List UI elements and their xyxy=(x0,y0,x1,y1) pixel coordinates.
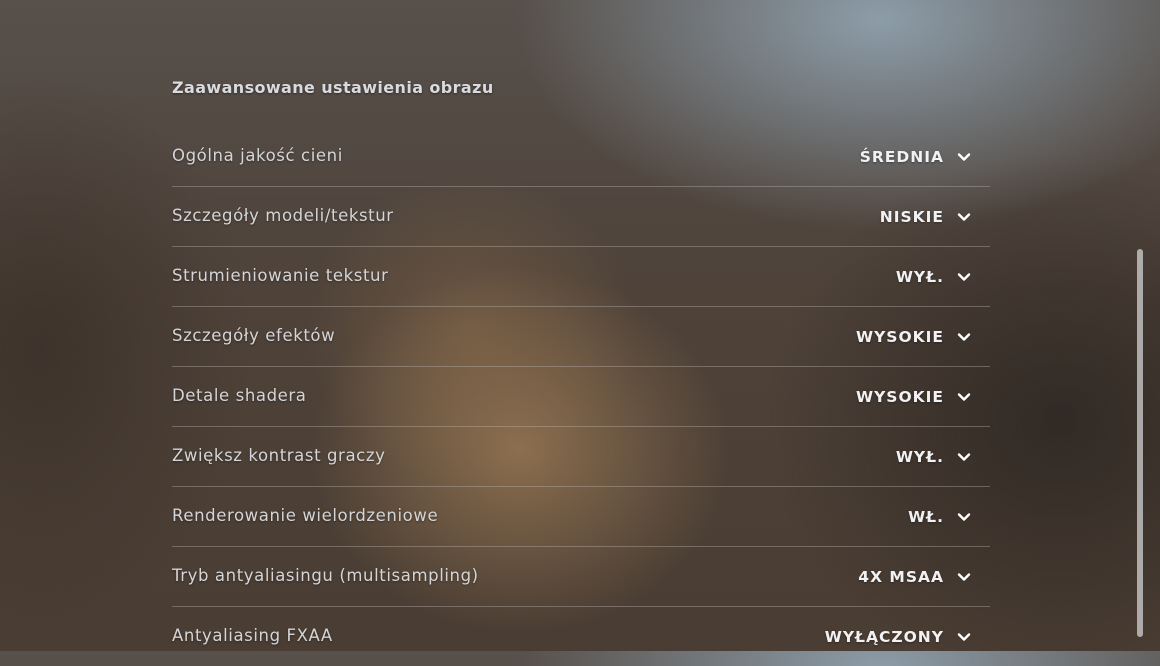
setting-row-fxaa: Antyaliasing FXAA WYŁĄCZONY xyxy=(172,607,990,666)
setting-row-shadow-quality: Ogólna jakość cieni ŚREDNIA xyxy=(172,127,990,187)
setting-label: Zwiększ kontrast graczy xyxy=(172,446,386,465)
setting-value: WYŁ. xyxy=(895,268,944,286)
setting-value: NISKIE xyxy=(879,208,944,226)
setting-value: ŚREDNIA xyxy=(859,148,944,166)
chevron-down-icon xyxy=(956,389,972,405)
setting-label: Szczegóły efektów xyxy=(172,326,336,345)
setting-value: 4X MSAA xyxy=(858,568,944,586)
setting-value: WYSOKIE xyxy=(855,388,944,406)
advanced-video-settings-panel: Zaawansowane ustawienia obrazu Ogólna ja… xyxy=(172,0,990,651)
scrollbar-thumb[interactable] xyxy=(1137,249,1143,637)
chevron-down-icon xyxy=(956,269,972,285)
setting-label: Ogólna jakość cieni xyxy=(172,146,343,165)
model-texture-detail-dropdown[interactable]: NISKIE xyxy=(880,201,972,233)
chevron-down-icon xyxy=(956,329,972,345)
chevron-down-icon xyxy=(956,569,972,585)
vertical-scrollbar[interactable] xyxy=(1136,249,1144,639)
multisampling-mode-dropdown[interactable]: 4X MSAA xyxy=(858,561,972,593)
setting-label: Tryb antyaliasingu (multisampling) xyxy=(172,566,479,585)
setting-row-player-contrast: Zwiększ kontrast graczy WYŁ. xyxy=(172,427,990,487)
setting-row-texture-streaming: Strumieniowanie tekstur WYŁ. xyxy=(172,247,990,307)
setting-value: WYSOKIE xyxy=(855,328,944,346)
setting-label: Strumieniowanie tekstur xyxy=(172,266,389,285)
chevron-down-icon xyxy=(956,629,972,645)
setting-row-multisampling-mode: Tryb antyaliasingu (multisampling) 4X MS… xyxy=(172,547,990,607)
setting-row-effect-detail: Szczegóły efektów WYSOKIE xyxy=(172,307,990,367)
player-contrast-dropdown[interactable]: WYŁ. xyxy=(896,441,972,473)
shader-detail-dropdown[interactable]: WYSOKIE xyxy=(856,381,972,413)
chevron-down-icon xyxy=(956,509,972,525)
setting-label: Detale shadera xyxy=(172,386,307,405)
chevron-down-icon xyxy=(956,209,972,225)
setting-value: WYŁ. xyxy=(895,448,944,466)
shadow-quality-dropdown[interactable]: ŚREDNIA xyxy=(860,141,972,173)
multicore-rendering-dropdown[interactable]: WŁ. xyxy=(908,501,972,533)
setting-row-shader-detail: Detale shadera WYSOKIE xyxy=(172,367,990,427)
setting-label: Renderowanie wielordzeniowe xyxy=(172,506,439,525)
setting-label: Szczegóły modeli/tekstur xyxy=(172,206,394,225)
chevron-down-icon xyxy=(956,149,972,165)
texture-streaming-dropdown[interactable]: WYŁ. xyxy=(896,261,972,293)
chevron-down-icon xyxy=(956,449,972,465)
fxaa-dropdown[interactable]: WYŁĄCZONY xyxy=(825,621,972,653)
setting-row-multicore-rendering: Renderowanie wielordzeniowe WŁ. xyxy=(172,487,990,547)
setting-row-model-texture-detail: Szczegóły modeli/tekstur NISKIE xyxy=(172,187,990,247)
setting-value: WYŁĄCZONY xyxy=(824,628,944,646)
setting-value: WŁ. xyxy=(908,508,944,526)
settings-list: Ogólna jakość cieni ŚREDNIA Szczegóły mo… xyxy=(172,127,990,666)
effect-detail-dropdown[interactable]: WYSOKIE xyxy=(856,321,972,353)
setting-label: Antyaliasing FXAA xyxy=(172,626,333,645)
section-title: Zaawansowane ustawienia obrazu xyxy=(172,78,494,97)
